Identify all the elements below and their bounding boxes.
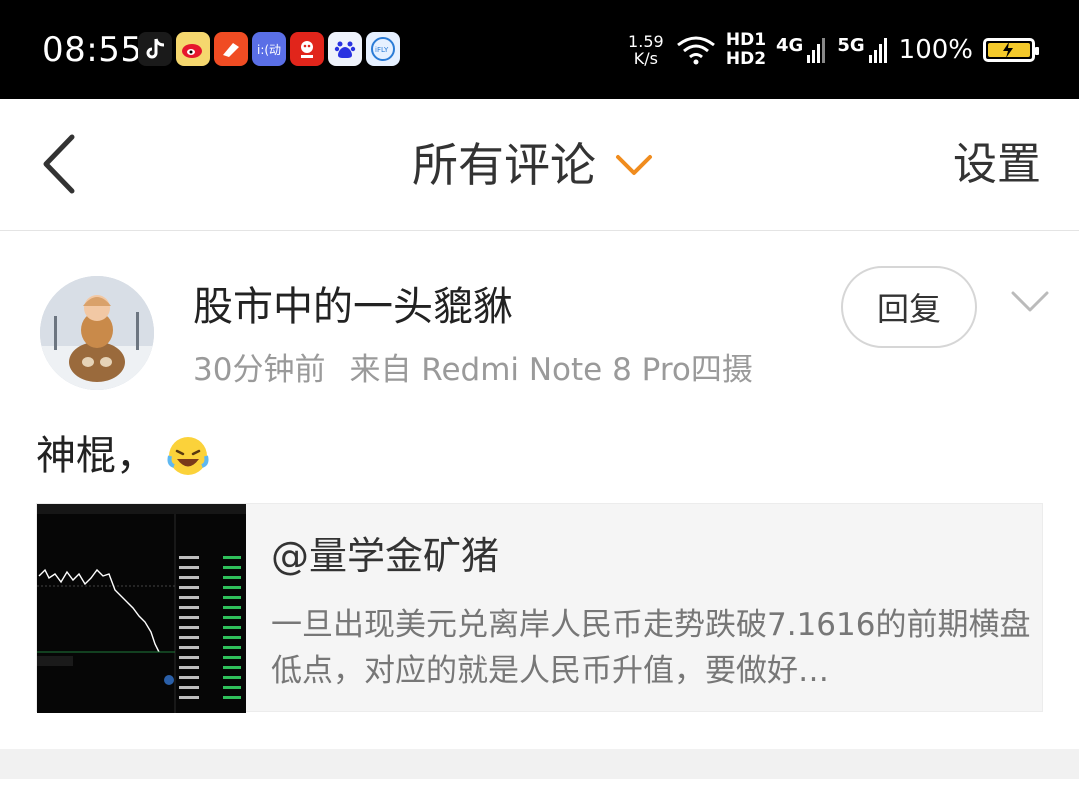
news-app-icon [214, 32, 248, 66]
signal-4g: 4G [776, 37, 827, 63]
douyin-icon [138, 32, 172, 66]
network-speed: 1.59 K/s [628, 32, 664, 68]
settings-button[interactable]: 设置 [953, 137, 1041, 193]
back-button[interactable] [38, 133, 82, 195]
quoted-author[interactable]: @量学金矿猪 [271, 532, 499, 580]
svg-text:i:(动: i:(动 [257, 43, 281, 57]
hd-indicator: HD1 HD2 [725, 30, 767, 69]
wifi-icon [676, 36, 715, 65]
reply-button[interactable]: 回复 [841, 266, 977, 348]
jd-icon [290, 32, 324, 66]
signal-5g: 5G [837, 37, 888, 63]
battery-icon [983, 38, 1039, 62]
comment-meta: 30分钟前 来自 Redmi Note 8 Pro四摄 [193, 350, 753, 390]
section-divider [0, 749, 1079, 779]
weibo-icon [176, 32, 210, 66]
comment-body: 神棍， [36, 433, 156, 479]
page-title: 所有评论 [412, 138, 596, 192]
chevron-down-icon [616, 155, 652, 175]
more-options-button[interactable] [1010, 290, 1050, 318]
sports-app-icon: i:(动 [252, 32, 286, 66]
avatar[interactable] [40, 276, 154, 390]
notification-icons: i:(动 iFLY [138, 32, 400, 68]
laughing-crying-emoji-icon [167, 437, 209, 475]
status-bar: 08:55 i:(动 iFLY 1.59 K/s HD1 HD2 4G 5G 1… [0, 0, 1079, 99]
comment-time: 30分钟前 [193, 352, 326, 388]
comment-text: 神棍， [36, 430, 210, 482]
ifly-icon: iFLY [366, 32, 400, 66]
signal-bars-icon [807, 38, 826, 63]
quoted-post-card[interactable]: @量学金矿猪 一旦出现美元兑离岸人民币走势跌破7.1616的前期横盘低点，对应的… [36, 503, 1043, 713]
system-indicators: 1.59 K/s HD1 HD2 4G 5G 100% [626, 28, 1039, 72]
battery-percent: 100% [898, 35, 973, 65]
clock: 08:55 [42, 30, 143, 70]
comment-filter-dropdown[interactable]: 所有评论 [412, 137, 654, 193]
chevron-left-icon [43, 134, 75, 194]
signal-bars-icon [868, 38, 887, 63]
username[interactable]: 股市中的一头貔貅 [193, 280, 513, 334]
svg-text:iFLY: iFLY [375, 46, 389, 54]
chevron-down-icon [1011, 291, 1049, 312]
quoted-text: 一旦出现美元兑离岸人民币走势跌破7.1616的前期横盘低点，对应的就是人民币升值… [271, 607, 1031, 689]
baidu-icon [328, 32, 362, 66]
post-thumbnail [37, 504, 246, 713]
comment-source: 来自 Redmi Note 8 Pro四摄 [349, 352, 753, 388]
top-nav: 所有评论 设置 [0, 99, 1079, 231]
